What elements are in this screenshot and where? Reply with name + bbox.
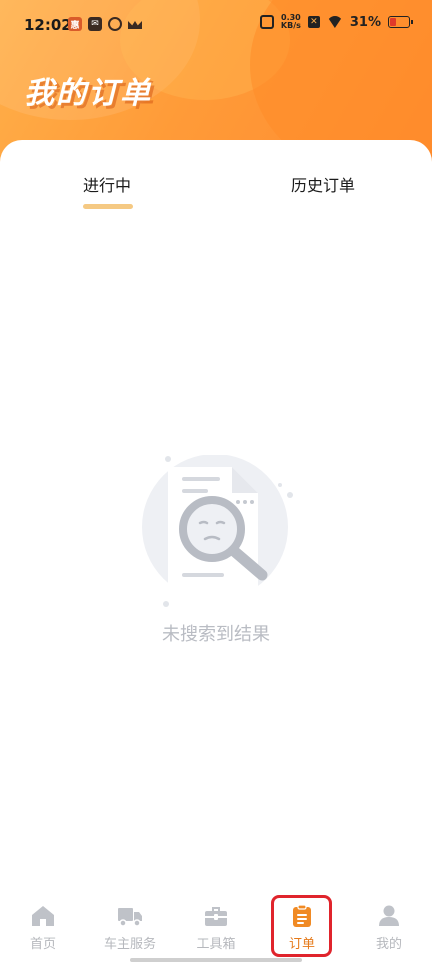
app-notification-icon: 惠 bbox=[68, 17, 82, 31]
nav-home-label: 首页 bbox=[29, 937, 56, 952]
document-search-icon bbox=[142, 455, 293, 607]
network-speed-unit: KB/s bbox=[280, 21, 301, 30]
profile-icon bbox=[379, 905, 399, 926]
nav-owner-service-label: 车主服务 bbox=[103, 937, 156, 952]
crown-notification-icon bbox=[128, 17, 142, 29]
nav-toolbox-label: 工具箱 bbox=[196, 937, 236, 952]
illustration-dot bbox=[287, 492, 293, 498]
status-bar: 12:02 惠 ✉ 0.30 KB/s ✕ 31% bbox=[0, 0, 432, 50]
status-time: 12:02 bbox=[24, 16, 72, 34]
nav-owner-service[interactable]: 车主服务 bbox=[90, 892, 170, 952]
home-icon bbox=[32, 906, 54, 926]
document-dot bbox=[250, 500, 254, 504]
document-line bbox=[182, 477, 220, 481]
page-title: 我的订单 bbox=[24, 76, 152, 111]
empty-state-message: 未搜索到结果 bbox=[162, 624, 270, 645]
illustration-dot bbox=[165, 456, 171, 462]
no-sim-icon: ✕ bbox=[307, 16, 320, 28]
active-tab-indicator bbox=[83, 204, 133, 209]
battery-icon bbox=[388, 16, 413, 28]
nav-home[interactable]: 首页 bbox=[3, 892, 83, 952]
truck-icon bbox=[118, 908, 142, 927]
order-screen: 12:02 惠 ✉ 0.30 KB/s ✕ 31% 我的订单 进行中 历史订单 bbox=[0, 0, 432, 964]
document-line bbox=[182, 573, 224, 577]
nav-toolbox[interactable]: 工具箱 bbox=[176, 892, 256, 952]
wifi-icon bbox=[327, 16, 343, 28]
illustration-dot bbox=[163, 601, 169, 607]
home-indicator[interactable] bbox=[130, 958, 302, 962]
system-icons: 0.30 KB/s ✕ 31% bbox=[259, 14, 413, 30]
document-line bbox=[182, 489, 208, 493]
message-notification-icon: ✉ bbox=[88, 17, 102, 31]
bottom-nav: 首页 车主服务 工具箱 订单 我的 bbox=[0, 892, 432, 964]
sad-face-eye bbox=[198, 520, 209, 525]
sad-face-eye bbox=[215, 520, 226, 525]
network-speed: 0.30 KB/s bbox=[281, 14, 301, 30]
nav-profile-label: 我的 bbox=[375, 937, 402, 952]
nav-profile[interactable]: 我的 bbox=[349, 892, 429, 952]
sync-notification-icon bbox=[108, 17, 122, 31]
document-dot bbox=[236, 500, 240, 504]
order-tabs: 进行中 历史订单 bbox=[0, 172, 432, 212]
notification-icons: 惠 ✉ bbox=[68, 17, 142, 31]
battery-percent: 31% bbox=[349, 14, 381, 30]
highlight-box bbox=[271, 895, 332, 957]
tab-history-orders[interactable]: 历史订单 bbox=[291, 172, 355, 196]
vibrate-icon bbox=[259, 15, 274, 29]
document-dot bbox=[243, 500, 247, 504]
magnifier-lens bbox=[179, 496, 245, 562]
tab-in-progress[interactable]: 进行中 bbox=[83, 172, 131, 196]
battery-fill bbox=[390, 18, 397, 26]
toolbox-icon bbox=[205, 907, 227, 926]
illustration-dot bbox=[278, 483, 282, 487]
